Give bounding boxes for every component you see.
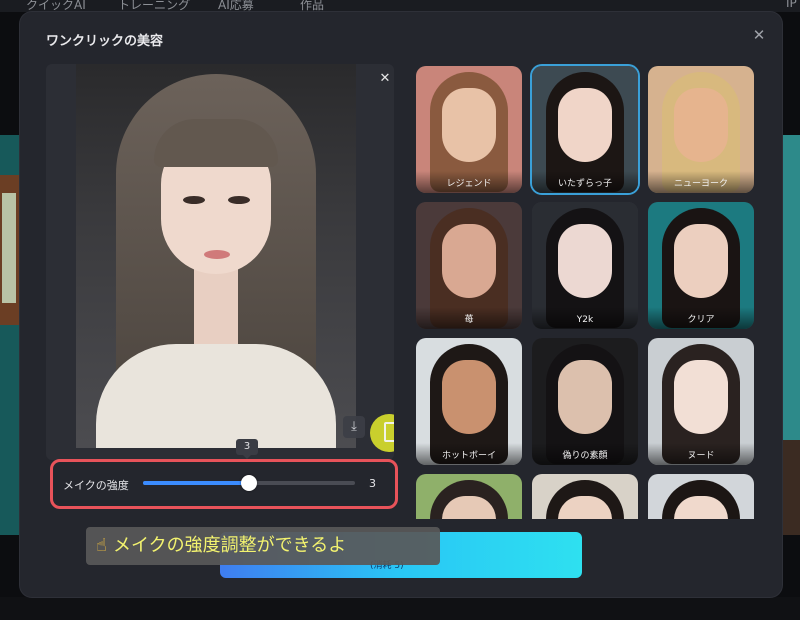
makeup-intensity-control: メイクの強度 3	[50, 459, 398, 509]
compare-button[interactable]	[370, 414, 394, 452]
intensity-value: 3	[369, 477, 376, 490]
thumbnail-face	[558, 360, 612, 434]
style-card[interactable]	[648, 474, 754, 519]
compare-icon	[384, 422, 394, 442]
photo-lips	[204, 250, 230, 259]
style-card[interactable]: 偽りの素顔	[532, 338, 638, 465]
modal-title: ワンクリックの美容	[46, 34, 164, 49]
photo-eye	[228, 196, 250, 204]
caption-overlay: ☝ メイクの強度調整ができるよ	[86, 527, 440, 565]
pointing-hand-icon: ☝	[96, 535, 107, 556]
nav-item[interactable]: トレーニング	[118, 0, 190, 12]
thumbnail-face	[442, 360, 496, 434]
thumbnail-face	[674, 224, 728, 298]
background-image	[0, 175, 20, 325]
style-card[interactable]: ニューヨーク	[648, 66, 754, 193]
style-card[interactable]: Y2k	[532, 202, 638, 329]
style-card-label: クリア	[648, 307, 754, 329]
slider-handle[interactable]	[241, 475, 257, 491]
makeup-style-grid: レジェンド いたずらっ子 ニューヨーク苺 Y2k クリアホットボーイ 偽りの素顔 ヌード	[414, 64, 764, 519]
photo-eye	[183, 196, 205, 204]
thumbnail-face	[558, 88, 612, 162]
thumbnail-face	[442, 88, 496, 162]
preview-close-icon[interactable]: ✕	[378, 72, 392, 86]
slider-tooltip: 3	[236, 439, 258, 459]
close-icon[interactable]: ✕	[750, 26, 768, 44]
style-card[interactable]	[532, 474, 638, 519]
thumbnail-face	[674, 88, 728, 162]
style-card-label: 偽りの素顔	[532, 443, 638, 465]
beauty-modal: ワンクリックの美容 ✕ ✕ ⤓ 3 メイクの強度 3 (消耗 5) ☝ メイクの強…	[20, 12, 782, 597]
background-footer	[0, 597, 800, 620]
style-card[interactable]: 苺	[416, 202, 522, 329]
caption-text: メイクの強度調整ができるよ	[112, 535, 347, 556]
style-card[interactable]: ホットボーイ	[416, 338, 522, 465]
style-card-label: 苺	[416, 307, 522, 329]
style-card[interactable]: いたずらっ子	[532, 66, 638, 193]
nav-item[interactable]: IP	[786, 0, 797, 10]
style-card[interactable]: ヌード	[648, 338, 754, 465]
style-card[interactable]: クリア	[648, 202, 754, 329]
style-card-label: いたずらっ子	[532, 171, 638, 193]
download-icon[interactable]: ⤓	[343, 416, 365, 438]
thumbnail-face	[442, 224, 496, 298]
intensity-label: メイクの強度	[63, 479, 129, 492]
nav-item[interactable]: 作品	[300, 0, 324, 12]
nav-item[interactable]: AI応募	[218, 0, 254, 12]
photo-fringe	[154, 119, 278, 167]
style-card-label: ホットボーイ	[416, 443, 522, 465]
nav-item[interactable]: クイックAI	[26, 0, 86, 12]
style-card-label: Y2k	[532, 307, 638, 329]
thumbnail-face	[558, 224, 612, 298]
preview-panel: ✕ ⤓	[46, 64, 394, 460]
thumbnail-face	[674, 360, 728, 434]
style-card-label: ニューヨーク	[648, 171, 754, 193]
background-panel	[782, 440, 800, 535]
photo-shirt	[96, 344, 336, 448]
style-card[interactable]: レジェンド	[416, 66, 522, 193]
preview-photo	[76, 64, 356, 448]
style-card[interactable]	[416, 474, 522, 519]
photo-neck	[194, 264, 238, 354]
intensity-slider[interactable]	[143, 475, 355, 491]
style-card-label: レジェンド	[416, 171, 522, 193]
style-card-label: ヌード	[648, 443, 754, 465]
slider-fill	[143, 481, 249, 485]
background-top-nav: クイックAI トレーニング AI応募 作品 IP	[0, 0, 800, 12]
